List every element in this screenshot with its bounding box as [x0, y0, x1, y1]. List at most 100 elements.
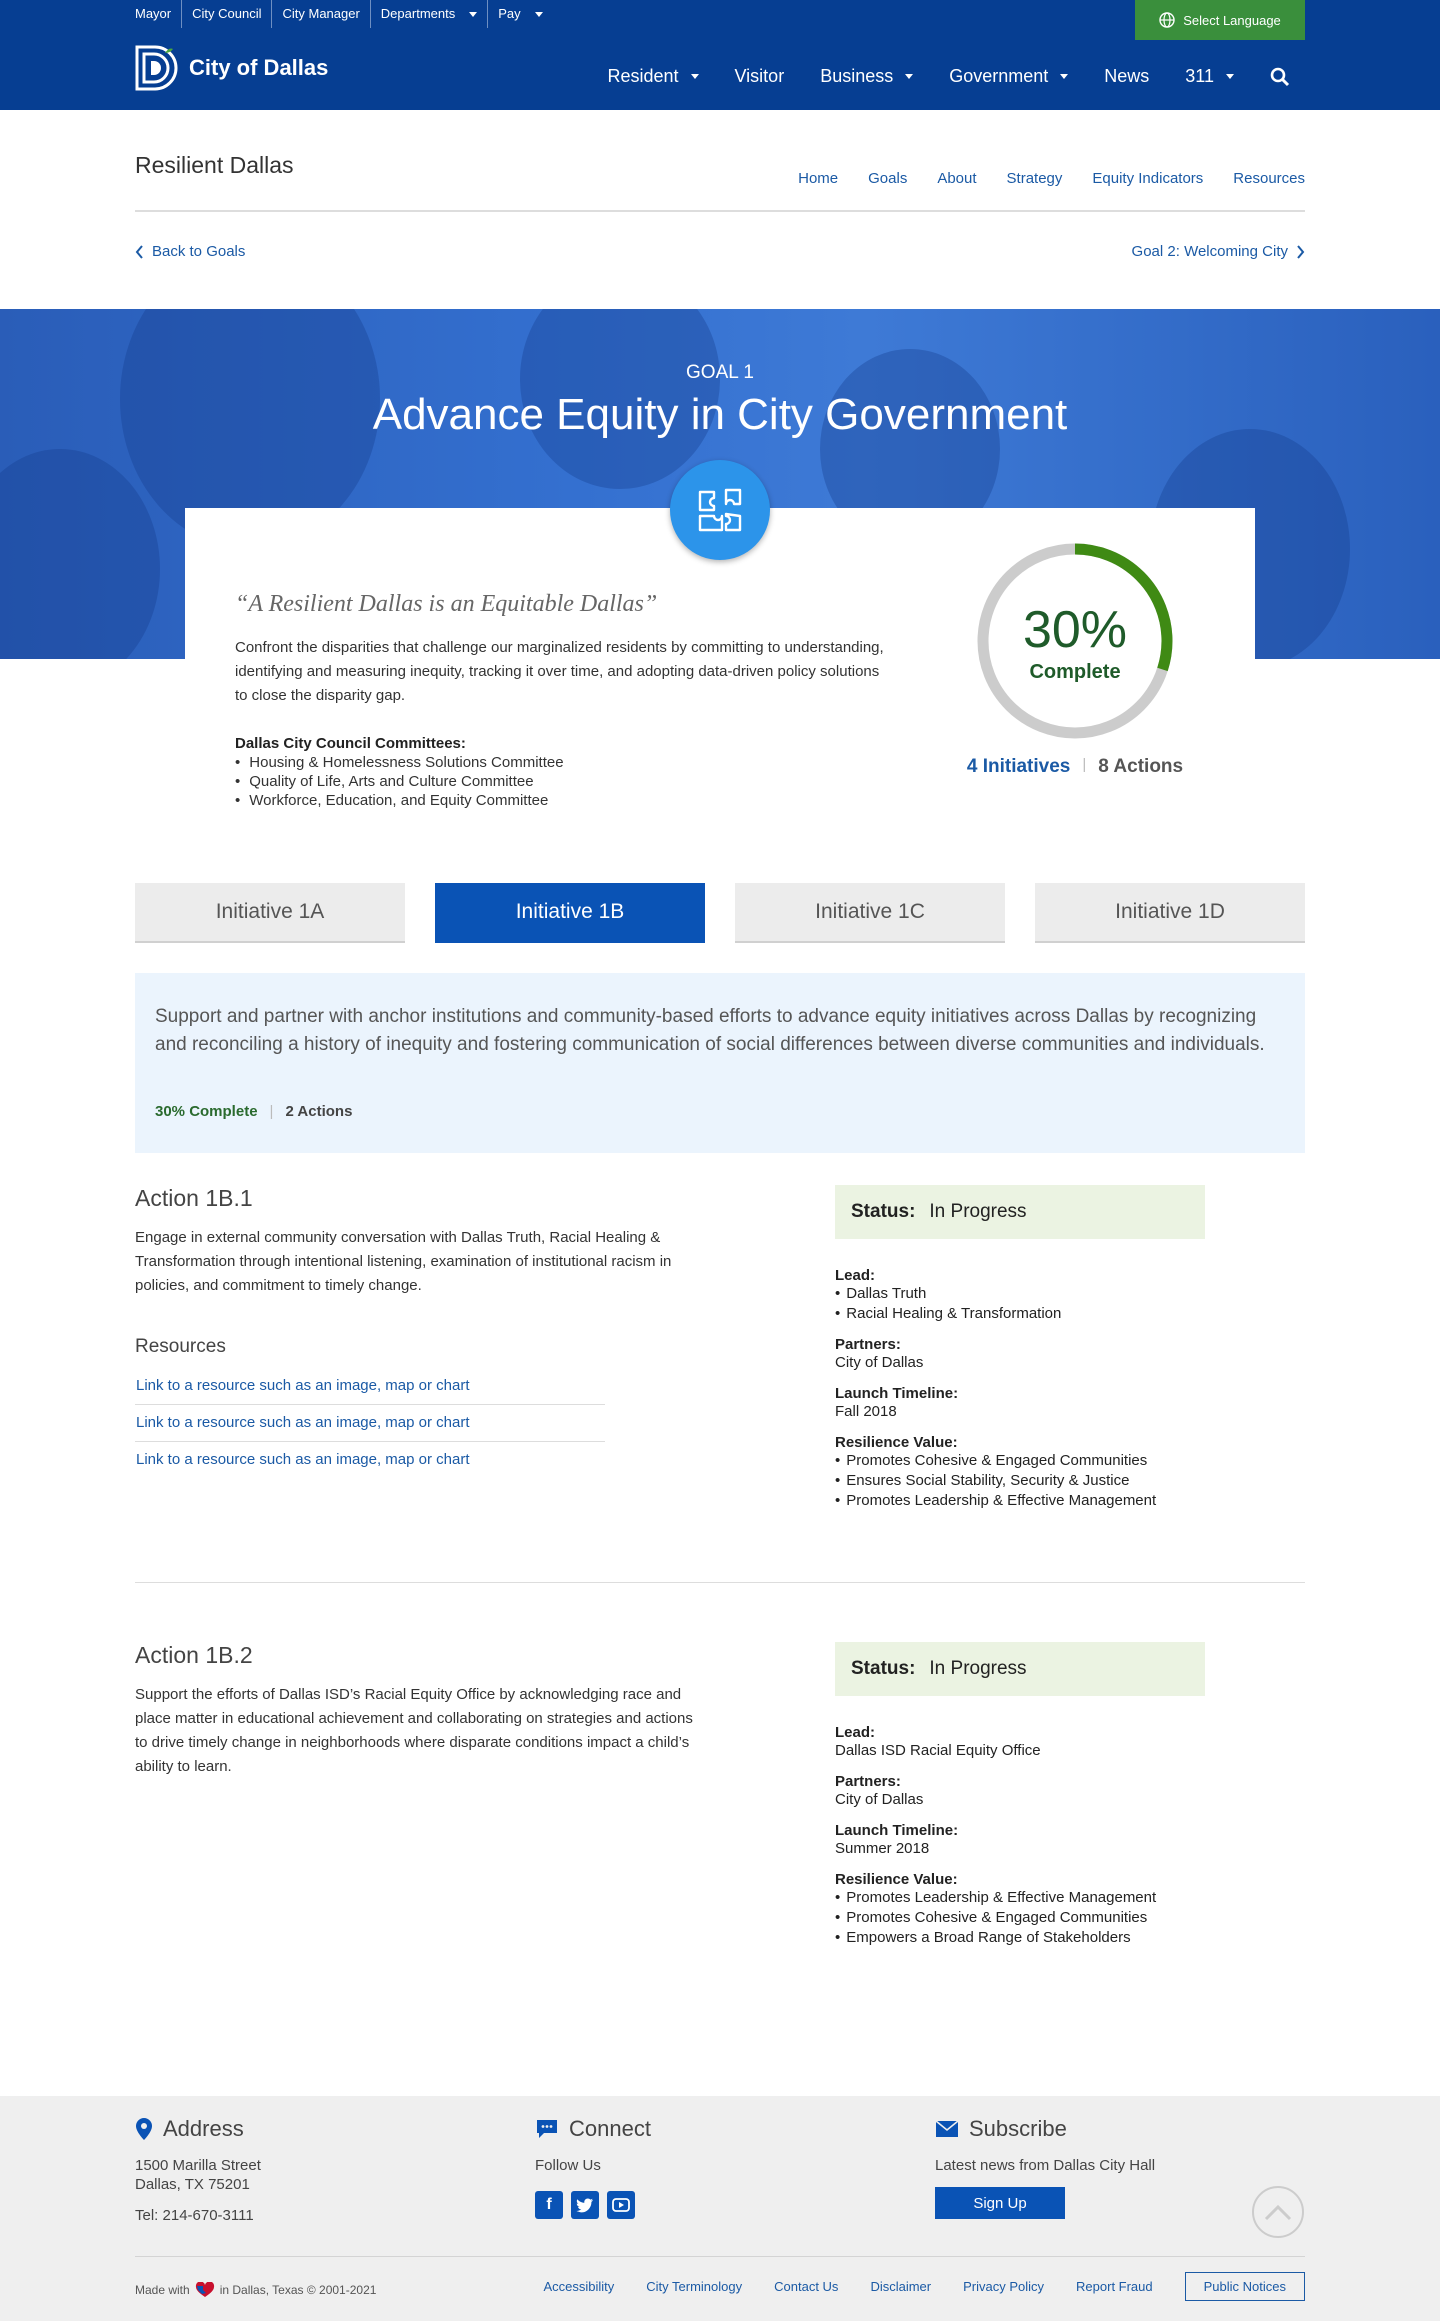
status-value: In Progress: [929, 1658, 1027, 1679]
tab-initiative-1a[interactable]: Initiative 1A: [135, 883, 405, 943]
chat-bubble-icon: [537, 2120, 557, 2138]
site-nav-home[interactable]: Home: [798, 170, 838, 187]
footer-link-privacy-policy[interactable]: Privacy Policy: [963, 2279, 1044, 2294]
caret-down-icon: [534, 11, 543, 17]
city-name: City of Dallas: [189, 55, 329, 80]
main-nav-label: 311: [1185, 66, 1214, 86]
util-nav-label: Mayor: [135, 6, 172, 21]
youtube-icon[interactable]: [607, 2191, 635, 2219]
made-with-prefix: Made with: [135, 2283, 190, 2297]
next-goal-link[interactable]: Goal 2: Welcoming City: [1132, 243, 1305, 260]
main-nav-label: Resident: [607, 66, 679, 86]
site-nav-resources[interactable]: Resources: [1233, 170, 1305, 187]
goal-title: Advance Equity in City Government: [372, 390, 1068, 439]
caret-down-icon: [1226, 74, 1234, 79]
select-language-button[interactable]: Select Language: [1135, 0, 1305, 40]
main-nav-311[interactable]: 311: [1185, 66, 1234, 87]
resource-link[interactable]: Link to a resource such as an image, map…: [136, 1451, 470, 1468]
city-of-dallas-logo-icon: [135, 45, 178, 91]
status-label: Status:: [851, 1658, 916, 1679]
site-nav-equity-indicators[interactable]: Equity Indicators: [1092, 170, 1203, 187]
main-nav-label: News: [1104, 66, 1150, 86]
resources-list: Link to a resource such as an image, map…: [135, 1368, 605, 1478]
util-nav-mayor[interactable]: Mayor: [135, 0, 183, 28]
address-line: Dallas, TX 75201: [135, 2176, 250, 2193]
back-to-top-button[interactable]: [1252, 2186, 1304, 2238]
envelope-icon: [935, 2120, 959, 2137]
footer-link-report-fraud[interactable]: Report Fraud: [1076, 2279, 1153, 2294]
phone-number: Tel: 214-670-3111: [135, 2207, 254, 2224]
main-nav-business[interactable]: Business: [820, 66, 914, 87]
action-description: Support the efforts of Dallas ISD’s Raci…: [135, 1686, 693, 1775]
map-pin-icon: [136, 2118, 152, 2140]
resilience-value-item: Promotes Cohesive & Engaged Communities: [835, 1908, 1235, 1928]
footer-link-city-terminology[interactable]: City Terminology: [646, 2279, 742, 2294]
twitter-icon[interactable]: [571, 2191, 599, 2219]
resilience-value-item: Promotes Leadership & Effective Manageme…: [835, 1888, 1235, 1908]
chevron-left-icon: [135, 244, 143, 259]
status-badge: Status: In Progress: [835, 1185, 1205, 1239]
lead-value: Dallas ISD Racial Equity Office: [835, 1742, 1041, 1759]
main-nav-government[interactable]: Government: [949, 66, 1069, 87]
back-to-goals-link[interactable]: Back to Goals: [135, 243, 245, 260]
committee-item: Workforce, Education, and Equity Committ…: [235, 791, 564, 810]
util-nav-departments[interactable]: Departments: [371, 0, 489, 28]
util-nav-label: Departments: [380, 6, 456, 21]
resilience-value-label: Resilience Value:: [835, 1871, 958, 1888]
util-nav-pay[interactable]: Pay: [488, 0, 552, 28]
partners-value: City of Dallas: [835, 1791, 924, 1808]
tab-initiative-1d[interactable]: Initiative 1D: [1035, 883, 1305, 943]
top-bar: Mayor City Council City Manager Departme…: [0, 0, 1440, 110]
sign-up-button[interactable]: Sign Up: [935, 2187, 1065, 2219]
action-card: Action 1B.1 Engage in external community…: [135, 1185, 1305, 1509]
site-header: Resilient Dallas: [0, 110, 1440, 210]
progress-percent: 30%: [1022, 601, 1128, 659]
initiatives-count-link[interactable]: 4 Initiatives: [967, 756, 1071, 778]
address-heading: Address: [163, 2116, 244, 2141]
util-nav-label: City Manager: [282, 6, 360, 21]
action-details: Lead: Dallas ISD Racial Equity Office Pa…: [835, 1724, 1235, 1948]
chevron-up-icon: [1264, 2204, 1292, 2221]
caret-down-icon: [469, 11, 478, 17]
search-button[interactable]: [1270, 67, 1290, 87]
site-nav-goals[interactable]: Goals: [868, 170, 907, 187]
initiative-meta: 30% Complete | 2 Actions: [155, 1103, 352, 1120]
globe-icon: [1159, 12, 1175, 28]
committees-heading: Dallas City Council Committees:: [235, 735, 466, 752]
public-notices-button[interactable]: Public Notices: [1184, 2272, 1305, 2301]
util-nav-city-manager[interactable]: City Manager: [272, 0, 371, 28]
partners-label: Partners:: [835, 1336, 901, 1353]
action-divider: [135, 1582, 1305, 1583]
facebook-icon[interactable]: f: [535, 2191, 563, 2219]
goal-counts: 4 Initiatives | 8 Actions: [925, 756, 1225, 778]
footer-link-accessibility[interactable]: Accessibility: [543, 2279, 614, 2294]
footer-link-contact-us[interactable]: Contact Us: [774, 2279, 838, 2294]
main-nav-resident[interactable]: Resident: [607, 66, 699, 87]
back-to-goals-label: Back to Goals: [152, 243, 246, 260]
subscribe-heading: Subscribe: [969, 2116, 1067, 2141]
footer-link-disclaimer[interactable]: Disclaimer: [870, 2279, 931, 2294]
tab-initiative-1c[interactable]: Initiative 1C: [735, 883, 1005, 943]
texas-heart-icon: [195, 2282, 214, 2297]
site-nav-about[interactable]: About: [937, 170, 976, 187]
progress-label: Complete: [1029, 661, 1121, 683]
resource-link[interactable]: Link to a resource such as an image, map…: [136, 1414, 470, 1431]
main-nav-label: Government: [949, 66, 1049, 86]
lead-item: Dallas Truth: [835, 1284, 1235, 1304]
util-nav-city-council[interactable]: City Council: [182, 0, 273, 28]
main-nav-visitor[interactable]: Visitor: [735, 66, 785, 87]
tab-initiative-1b[interactable]: Initiative 1B: [435, 883, 705, 943]
main-nav: Resident Visitor Business Government New…: [607, 66, 1290, 87]
footer-connect: Connect Follow Us f: [535, 2116, 651, 2219]
site-nav: Home Goals About Strategy Equity Indicat…: [798, 170, 1305, 187]
social-links: f: [535, 2191, 651, 2219]
main-nav-news[interactable]: News: [1104, 66, 1149, 87]
twitter-bird-shape: [576, 2198, 593, 2212]
status-badge: Status: In Progress: [835, 1642, 1205, 1696]
count-separator: |: [1082, 756, 1087, 773]
action-description: Engage in external community conversatio…: [135, 1229, 672, 1294]
resource-link[interactable]: Link to a resource such as an image, map…: [136, 1377, 470, 1394]
city-logo-link[interactable]: City of Dallas: [135, 45, 328, 91]
lead-label: Lead:: [835, 1267, 876, 1284]
site-nav-strategy[interactable]: Strategy: [1007, 170, 1063, 187]
